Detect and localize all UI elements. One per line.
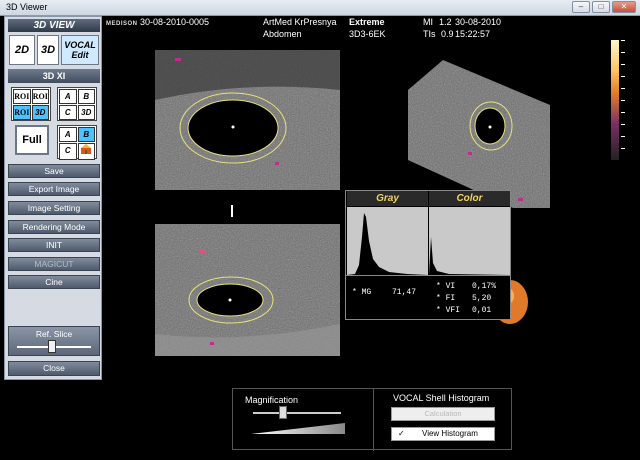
layout-b-button[interactable]: B	[77, 127, 95, 142]
mode-2d-button[interactable]: 2D	[9, 35, 35, 65]
view-3d-button[interactable]: 3D	[77, 105, 95, 120]
export-image-button[interactable]: Export Image	[8, 182, 100, 196]
section-3d-xi: 3D XI	[8, 69, 100, 83]
color-histogram-title: Color	[429, 191, 510, 206]
magnification-wedge-icon	[251, 423, 345, 434]
gray-histogram-title: Gray	[347, 191, 428, 206]
tis-label: TIs	[423, 29, 436, 39]
bottom-control-bar: Magnification VOCAL Shell Histogram Calc…	[232, 388, 512, 451]
roi-c-button[interactable]: ROI	[13, 105, 31, 120]
layout-c-button[interactable]: C	[59, 143, 77, 160]
tis-value: 0.9	[441, 29, 454, 39]
ref-slice-thumb[interactable]	[48, 340, 56, 353]
vocal-edit-label: Edit	[71, 50, 89, 60]
view-b-image[interactable]	[408, 60, 550, 208]
mg-label: * MG	[352, 288, 372, 297]
view-b-flow-spot	[468, 152, 472, 155]
probe-name: 3D3-6EK	[349, 29, 386, 39]
bottom-divider	[373, 389, 374, 451]
view-a-center-dot	[231, 125, 235, 129]
histogram-panel: Gray Color * MG 71,47 * VI 0,17% * FI 5,…	[345, 190, 511, 320]
save-button[interactable]: Save	[8, 164, 100, 178]
cine-button[interactable]: Cine	[8, 275, 100, 289]
institution-name: ArtMed KrPresnya	[263, 17, 337, 27]
roi-grid: ROI ROI ROI 3D	[11, 87, 51, 121]
layout-grid: A B C	[57, 125, 97, 160]
color-histogram-plot	[429, 207, 510, 275]
layout-tool-icon[interactable]	[77, 143, 95, 160]
color-scale-bar	[611, 40, 619, 160]
full-button[interactable]: Full	[15, 125, 49, 155]
patient-id: 30-08-2010-0005	[140, 17, 210, 27]
view-c-flow-spot	[210, 342, 214, 345]
window-controls: – □ ✕	[572, 1, 636, 13]
exam-time: 15:22:57	[455, 29, 491, 39]
mi-value: 1.2	[439, 17, 452, 27]
view-b-center-dot	[488, 125, 492, 129]
color-scale-ticks	[621, 40, 625, 160]
view-grid: A B C 3D	[57, 87, 97, 121]
init-button[interactable]: INIT	[8, 238, 100, 252]
view-a-flow-spot	[175, 58, 181, 61]
magnification-slider-thumb[interactable]	[279, 406, 287, 419]
image-setting-button[interactable]: Image Setting	[8, 201, 100, 215]
layout-a-button[interactable]: A	[59, 127, 77, 142]
rendering-mode-button[interactable]: Rendering Mode	[8, 220, 100, 234]
minimize-button[interactable]: –	[572, 1, 590, 13]
view-histogram-label: View Histogram	[422, 429, 478, 438]
view-a-button[interactable]: A	[59, 89, 77, 104]
calculation-button[interactable]: Calculation	[391, 407, 495, 421]
gray-histogram-plot	[347, 207, 428, 275]
control-panel: 3D VIEW 2D 3D VOCAL Edit 3D XI ROI ROI R…	[4, 16, 102, 380]
view-c-image[interactable]	[155, 224, 340, 356]
mi-label: MI	[423, 17, 433, 27]
window-titlebar: 3D Viewer – □ ✕	[0, 0, 640, 16]
ref-slice-label: Ref. Slice	[35, 329, 73, 339]
exam-type: Abdomen	[263, 29, 302, 39]
vocal-edit-button[interactable]: VOCAL Edit	[61, 35, 99, 65]
vfi-value: 0,01	[472, 306, 492, 315]
brand-logo: MEDISON	[106, 21, 138, 27]
view-histogram-toggle[interactable]: ✓ View Histogram	[391, 427, 495, 441]
view-b-button[interactable]: B	[77, 89, 95, 104]
close-window-button[interactable]: ✕	[612, 1, 636, 13]
window-title: 3D Viewer	[6, 2, 48, 12]
vocal-label: VOCAL	[64, 40, 96, 50]
vi-value: 0,17%	[472, 282, 497, 291]
mg-value: 71,47	[392, 288, 417, 297]
roi-a-button[interactable]: ROI	[13, 89, 31, 104]
maximize-button[interactable]: □	[592, 1, 610, 13]
magnification-label: Magnification	[245, 395, 299, 405]
slice-marker	[231, 205, 233, 217]
magnification-slider-track[interactable]	[253, 412, 341, 414]
close-button[interactable]: Close	[8, 361, 100, 376]
view-a-image[interactable]	[155, 50, 340, 190]
roi-b-button[interactable]: ROI	[31, 89, 49, 104]
fi-label: * FI	[436, 294, 456, 303]
fi-value: 5,20	[472, 294, 492, 303]
view-a-flow-spot	[275, 162, 279, 165]
ref-slice-control: Ref. Slice	[8, 326, 100, 356]
view-histogram-checkbox[interactable]: ✓	[398, 428, 405, 440]
preset-name: Extreme	[349, 17, 385, 27]
panel-title: 3D VIEW	[8, 19, 100, 32]
vi-label: * VI	[436, 282, 456, 291]
view-c-flow-spot	[200, 249, 206, 253]
view-c-center-dot	[228, 298, 232, 302]
mode-3d-button[interactable]: 3D	[37, 35, 59, 65]
vfi-label: * VFI	[436, 306, 461, 315]
histogram-divider	[346, 275, 510, 276]
roi-3d-button[interactable]: 3D	[31, 105, 49, 120]
view-c-button[interactable]: C	[59, 105, 77, 120]
exam-date: 30-08-2010	[455, 17, 502, 27]
vocal-histogram-title: VOCAL Shell Histogram	[393, 393, 490, 403]
magicut-button[interactable]: MAGICUT	[8, 257, 100, 271]
view-b-flow-spot	[518, 198, 523, 201]
